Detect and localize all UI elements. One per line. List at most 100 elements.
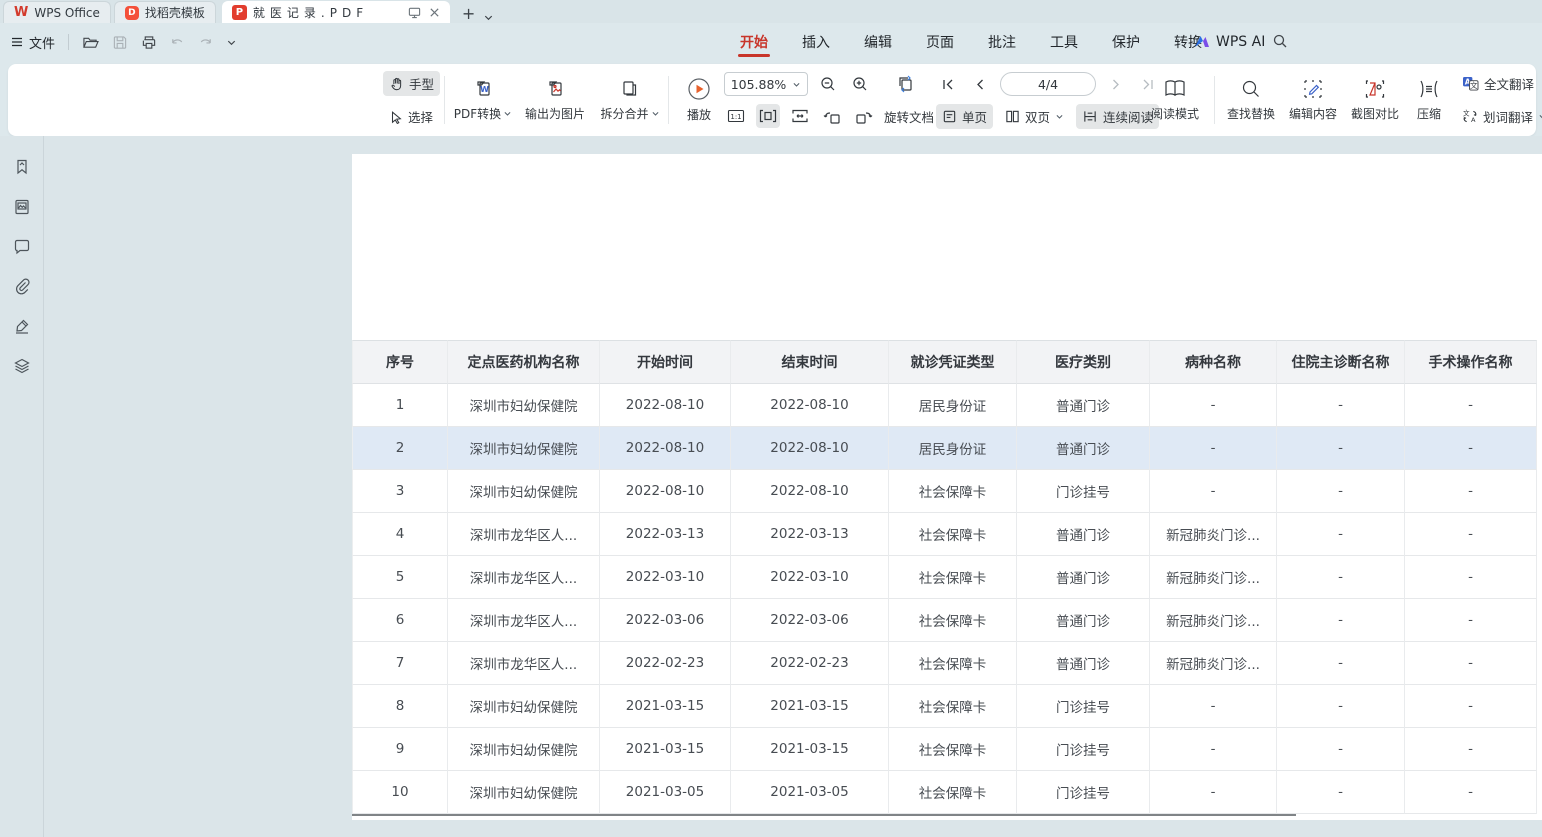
table-cell: 2022-03-13 <box>600 513 731 556</box>
read-mode-button[interactable]: 阅读模式 <box>1146 70 1204 130</box>
table-cell: - <box>1277 771 1405 814</box>
pdf-convert-button[interactable]: W PDF转换 <box>450 70 516 130</box>
table-cell: 1 <box>352 384 448 427</box>
edit-pencil-icon <box>1302 78 1324 100</box>
presentation-view-icon[interactable] <box>408 6 421 19</box>
edit-content-button[interactable]: 编辑内容 <box>1284 70 1342 130</box>
fit-page-icon[interactable] <box>788 104 812 128</box>
open-file-icon[interactable] <box>82 35 99 50</box>
chevron-down-icon <box>503 109 512 118</box>
file-menu-button[interactable]: 文件 <box>10 33 55 52</box>
split-merge-button[interactable]: 拆分合并 <box>594 70 666 130</box>
table-cell: 新冠肺炎门诊... <box>1150 513 1277 556</box>
select-tool-button[interactable]: 选择 <box>383 104 440 129</box>
table-cell: 2022-03-06 <box>600 599 731 642</box>
single-page-button[interactable]: 单页 <box>936 104 993 129</box>
word-translate-button[interactable]: 文A 划词翻译 <box>1456 104 1542 129</box>
table-row: 2深圳市妇幼保健院2022-08-102022-08-10居民身份证普通门诊--… <box>352 427 1537 470</box>
tab-label: 就医记录.PDF <box>253 4 402 21</box>
undo-icon[interactable] <box>170 35 185 49</box>
table-cell: 深圳市妇幼保健院 <box>448 728 600 771</box>
table-cell: 3 <box>352 470 448 513</box>
table-header-row: 序号定点医药机构名称开始时间结束时间就诊凭证类型医疗类别病种名称住院主诊断名称手… <box>352 340 1537 384</box>
column-header: 序号 <box>352 340 448 384</box>
table-cell: 2021-03-15 <box>600 685 731 728</box>
table-cell: 2021-03-15 <box>731 685 889 728</box>
svg-text:1:1: 1:1 <box>730 113 741 121</box>
screenshot-compare-button[interactable]: 截图对比 <box>1346 70 1404 130</box>
menu-item-tools[interactable]: 工具 <box>1048 24 1080 60</box>
prev-page-icon[interactable] <box>968 72 992 96</box>
menu-item-insert[interactable]: 插入 <box>800 24 832 60</box>
column-header: 住院主诊断名称 <box>1277 340 1405 384</box>
left-panel-rail <box>0 136 44 837</box>
table-cell: 社会保障卡 <box>889 513 1017 556</box>
hand-tool-button[interactable]: 手型 <box>383 71 440 96</box>
double-page-button[interactable]: 双页 <box>999 104 1070 129</box>
play-button[interactable]: 播放 <box>676 70 722 130</box>
wps-ai-button[interactable]: WPS AI <box>1194 23 1265 61</box>
quick-access-chevron-icon[interactable] <box>226 37 237 48</box>
menu-item-home[interactable]: 开始 <box>738 24 770 60</box>
compress-button[interactable]: 压缩 <box>1408 70 1450 130</box>
rotate-doc-label[interactable]: 旋转文档 <box>884 107 934 126</box>
table-cell: - <box>1405 513 1537 556</box>
menu-item-page[interactable]: 页面 <box>924 24 956 60</box>
rotate-right-icon[interactable] <box>852 104 876 128</box>
column-header: 结束时间 <box>731 340 889 384</box>
fit-pages-refresh-icon[interactable] <box>894 72 918 96</box>
book-icon <box>1163 78 1187 100</box>
tab-wps-home[interactable]: W WPS Office <box>3 1 111 23</box>
full-translate-button[interactable]: A文 全文翻译 <box>1456 71 1542 96</box>
zoom-group: 105.88% 1:1 旋转文档 <box>724 71 934 129</box>
rotate-left-icon[interactable] <box>820 104 844 128</box>
tab-docer-templates[interactable]: D 找稻壳模板 <box>114 1 216 23</box>
table-cell: 2022-08-10 <box>731 427 889 470</box>
export-image-button[interactable]: 输出为图片 <box>522 70 588 130</box>
table-cell: - <box>1405 685 1537 728</box>
zoom-in-icon[interactable] <box>848 72 872 96</box>
attachment-icon[interactable] <box>13 277 31 295</box>
page-nav-group: 4/4 单页 双页 连续阅读 <box>936 71 1160 129</box>
play-icon <box>687 77 711 101</box>
find-replace-button[interactable]: 查找替换 <box>1222 70 1280 130</box>
print-icon[interactable] <box>141 35 157 50</box>
menu-item-protect[interactable]: 保护 <box>1110 24 1142 60</box>
actual-size-icon[interactable]: 1:1 <box>724 104 748 128</box>
table-cell: 居民身份证 <box>889 384 1017 427</box>
zoom-level-select[interactable]: 105.88% <box>724 72 808 96</box>
tab-label: WPS Office <box>34 6 100 20</box>
hand-icon <box>389 76 404 91</box>
bookmark-icon[interactable] <box>13 158 31 176</box>
table-cell: 门诊挂号 <box>1017 771 1150 814</box>
single-page-icon <box>942 109 957 124</box>
signature-icon[interactable] <box>13 317 31 335</box>
docer-icon: D <box>125 6 139 20</box>
screenshot-compare-icon <box>1364 78 1386 100</box>
page-number-input[interactable]: 4/4 <box>1000 72 1096 96</box>
save-icon[interactable] <box>112 35 128 50</box>
comment-icon[interactable] <box>13 238 31 255</box>
zoom-out-icon[interactable] <box>816 72 840 96</box>
thumbnails-icon[interactable] <box>13 198 31 216</box>
next-page-icon[interactable] <box>1104 72 1128 96</box>
redo-icon[interactable] <box>198 35 213 49</box>
first-page-icon[interactable] <box>936 72 960 96</box>
ribbon-search-icon[interactable] <box>1272 33 1288 49</box>
table-cell: 2022-03-13 <box>731 513 889 556</box>
tab-list-chevron-icon[interactable] <box>483 12 494 23</box>
table-cell: - <box>1277 470 1405 513</box>
layers-icon[interactable] <box>13 357 31 375</box>
table-cell: 2021-03-05 <box>600 771 731 814</box>
new-tab-button[interactable]: + <box>462 4 475 23</box>
menu-item-comment[interactable]: 批注 <box>986 24 1018 60</box>
table-cell: - <box>1405 556 1537 599</box>
table-cell: 8 <box>352 685 448 728</box>
close-tab-icon[interactable] <box>429 7 440 18</box>
table-cell: 社会保障卡 <box>889 685 1017 728</box>
tab-document-pdf[interactable]: P 就医记录.PDF <box>222 1 450 23</box>
menu-item-edit[interactable]: 编辑 <box>862 24 894 60</box>
table-cell: 2022-08-10 <box>600 427 731 470</box>
fit-width-icon[interactable] <box>756 104 780 128</box>
table-row: 4深圳市龙华区人...2022-03-132022-03-13社会保障卡普通门诊… <box>352 513 1537 556</box>
